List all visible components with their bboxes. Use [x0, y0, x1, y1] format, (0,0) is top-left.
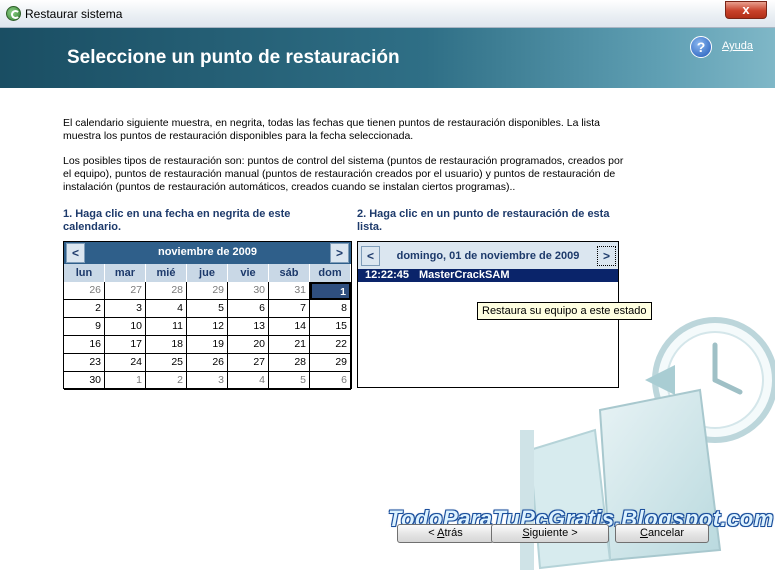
calendar-day[interactable]: 28	[146, 282, 187, 300]
calendar-day[interactable]: 31	[269, 282, 310, 300]
list-item[interactable]: 12:22:45 MasterCrackSAM	[358, 269, 618, 282]
back-button-prefix: <	[428, 527, 438, 539]
calendar-day[interactable]: 8	[310, 300, 351, 318]
back-button[interactable]: < Atrás	[397, 524, 494, 543]
calendar-day[interactable]: 14	[269, 318, 310, 336]
calendar-day[interactable]: 4	[228, 372, 269, 390]
calendar-day[interactable]: 11	[146, 318, 187, 336]
calendar-day[interactable]: 15	[310, 318, 351, 336]
weekday-header: mié	[146, 264, 187, 282]
calendar-day[interactable]: 1	[105, 372, 146, 390]
calendar-day[interactable]: 26	[187, 354, 228, 372]
calendar-next-month-button[interactable]: >	[330, 243, 349, 263]
calendar-day[interactable]: 12	[187, 318, 228, 336]
next-button-suffix: >	[568, 527, 578, 539]
calendar-day[interactable]: 19	[187, 336, 228, 354]
next-button[interactable]: Siguiente >	[491, 524, 609, 543]
calendar-grid: lun mar mié jue vie sáb dom 26 27 28 29 30 31 1 2 3 4 5 6 7…	[64, 264, 351, 390]
calendar-day[interactable]: 27	[228, 354, 269, 372]
calendar-day[interactable]: 10	[105, 318, 146, 336]
cancel-button-mnemonic: C	[639, 527, 648, 539]
restore-point-name: MasterCrackSAM	[419, 269, 510, 281]
page-title: Seleccione un punto de restauración	[67, 47, 400, 68]
calendar-month-label: noviembre de 2009	[157, 246, 258, 258]
calendar-day[interactable]: 30	[228, 282, 269, 300]
calendar-day[interactable]: 2	[146, 372, 187, 390]
step-1-label: 1. Haga clic en una fecha en negrita de …	[63, 208, 291, 233]
calendar-day[interactable]: 4	[146, 300, 187, 318]
weekday-header: jue	[187, 264, 228, 282]
next-button-label: iguiente	[529, 527, 569, 539]
calendar-day[interactable]: 6	[310, 372, 351, 390]
calendar-day[interactable]: 20	[228, 336, 269, 354]
weekday-header: sáb	[269, 264, 310, 282]
close-button[interactable]: x	[725, 1, 767, 19]
calendar-header: < noviembre de 2009 >	[64, 242, 351, 264]
calendar-day[interactable]: 21	[269, 336, 310, 354]
calendar-day[interactable]: 29	[187, 282, 228, 300]
calendar-day[interactable]: 25	[146, 354, 187, 372]
system-restore-icon	[6, 6, 21, 21]
cancel-button-label: ancelar	[647, 527, 685, 539]
calendar-day[interactable]: 5	[269, 372, 310, 390]
title-bar: Restaurar sistema x	[0, 0, 775, 28]
intro-paragraph-1: El calendario siguiente muestra, en negr…	[63, 117, 601, 142]
calendar-day[interactable]: 3	[187, 372, 228, 390]
calendar-day[interactable]: 30	[64, 372, 105, 390]
calendar-day[interactable]: 13	[228, 318, 269, 336]
intro-paragraph-2: Los posibles tipos de restauración son: …	[63, 155, 624, 193]
calendar-day[interactable]: 6	[228, 300, 269, 318]
calendar-day[interactable]: 7	[269, 300, 310, 318]
window-title: Restaurar sistema	[25, 7, 123, 21]
calendar-day[interactable]: 29	[310, 354, 351, 372]
weekday-header: vie	[228, 264, 269, 282]
calendar-day[interactable]: 28	[269, 354, 310, 372]
calendar-day[interactable]: 27	[105, 282, 146, 300]
weekday-header: mar	[105, 264, 146, 282]
next-button-mnemonic: S	[522, 527, 530, 539]
calendar-day[interactable]: 23	[64, 354, 105, 372]
back-button-label: trás	[444, 527, 463, 539]
help-icon[interactable]: ?	[690, 36, 712, 58]
calendar-day[interactable]: 22	[310, 336, 351, 354]
weekday-header: lun	[64, 264, 105, 282]
step-2-label: 2. Haga clic en un punto de restauración…	[357, 208, 610, 233]
calendar-day[interactable]: 2	[64, 300, 105, 318]
tooltip: Restaura su equipo a este estado	[477, 302, 652, 320]
list-date-label: domingo, 01 de noviembre de 2009	[396, 250, 580, 262]
date-calendar[interactable]: < noviembre de 2009 > lun mar mié jue vie sáb…	[63, 241, 352, 390]
calendar-day[interactable]: 24	[105, 354, 146, 372]
list-prev-date-button[interactable]: <	[361, 246, 380, 266]
calendar-day[interactable]: 17	[105, 336, 146, 354]
calendar-day-selected[interactable]: 1	[310, 282, 351, 300]
list-next-date-button[interactable]: >	[597, 246, 616, 266]
calendar-day[interactable]: 18	[146, 336, 187, 354]
help-link[interactable]: Ayuda	[722, 40, 753, 52]
cancel-button[interactable]: Cancelar	[615, 524, 709, 543]
calendar-day[interactable]: 16	[64, 336, 105, 354]
calendar-day[interactable]: 9	[64, 318, 105, 336]
calendar-day[interactable]: 26	[64, 282, 105, 300]
list-header: < domingo, 01 de noviembre de 2009 >	[358, 242, 618, 269]
header-banner: Seleccione un punto de restauración ? Ay…	[0, 28, 775, 88]
restore-point-time: 12:22:45	[365, 269, 410, 281]
weekday-header: dom	[310, 264, 351, 282]
calendar-day[interactable]: 3	[105, 300, 146, 318]
calendar-day[interactable]: 5	[187, 300, 228, 318]
